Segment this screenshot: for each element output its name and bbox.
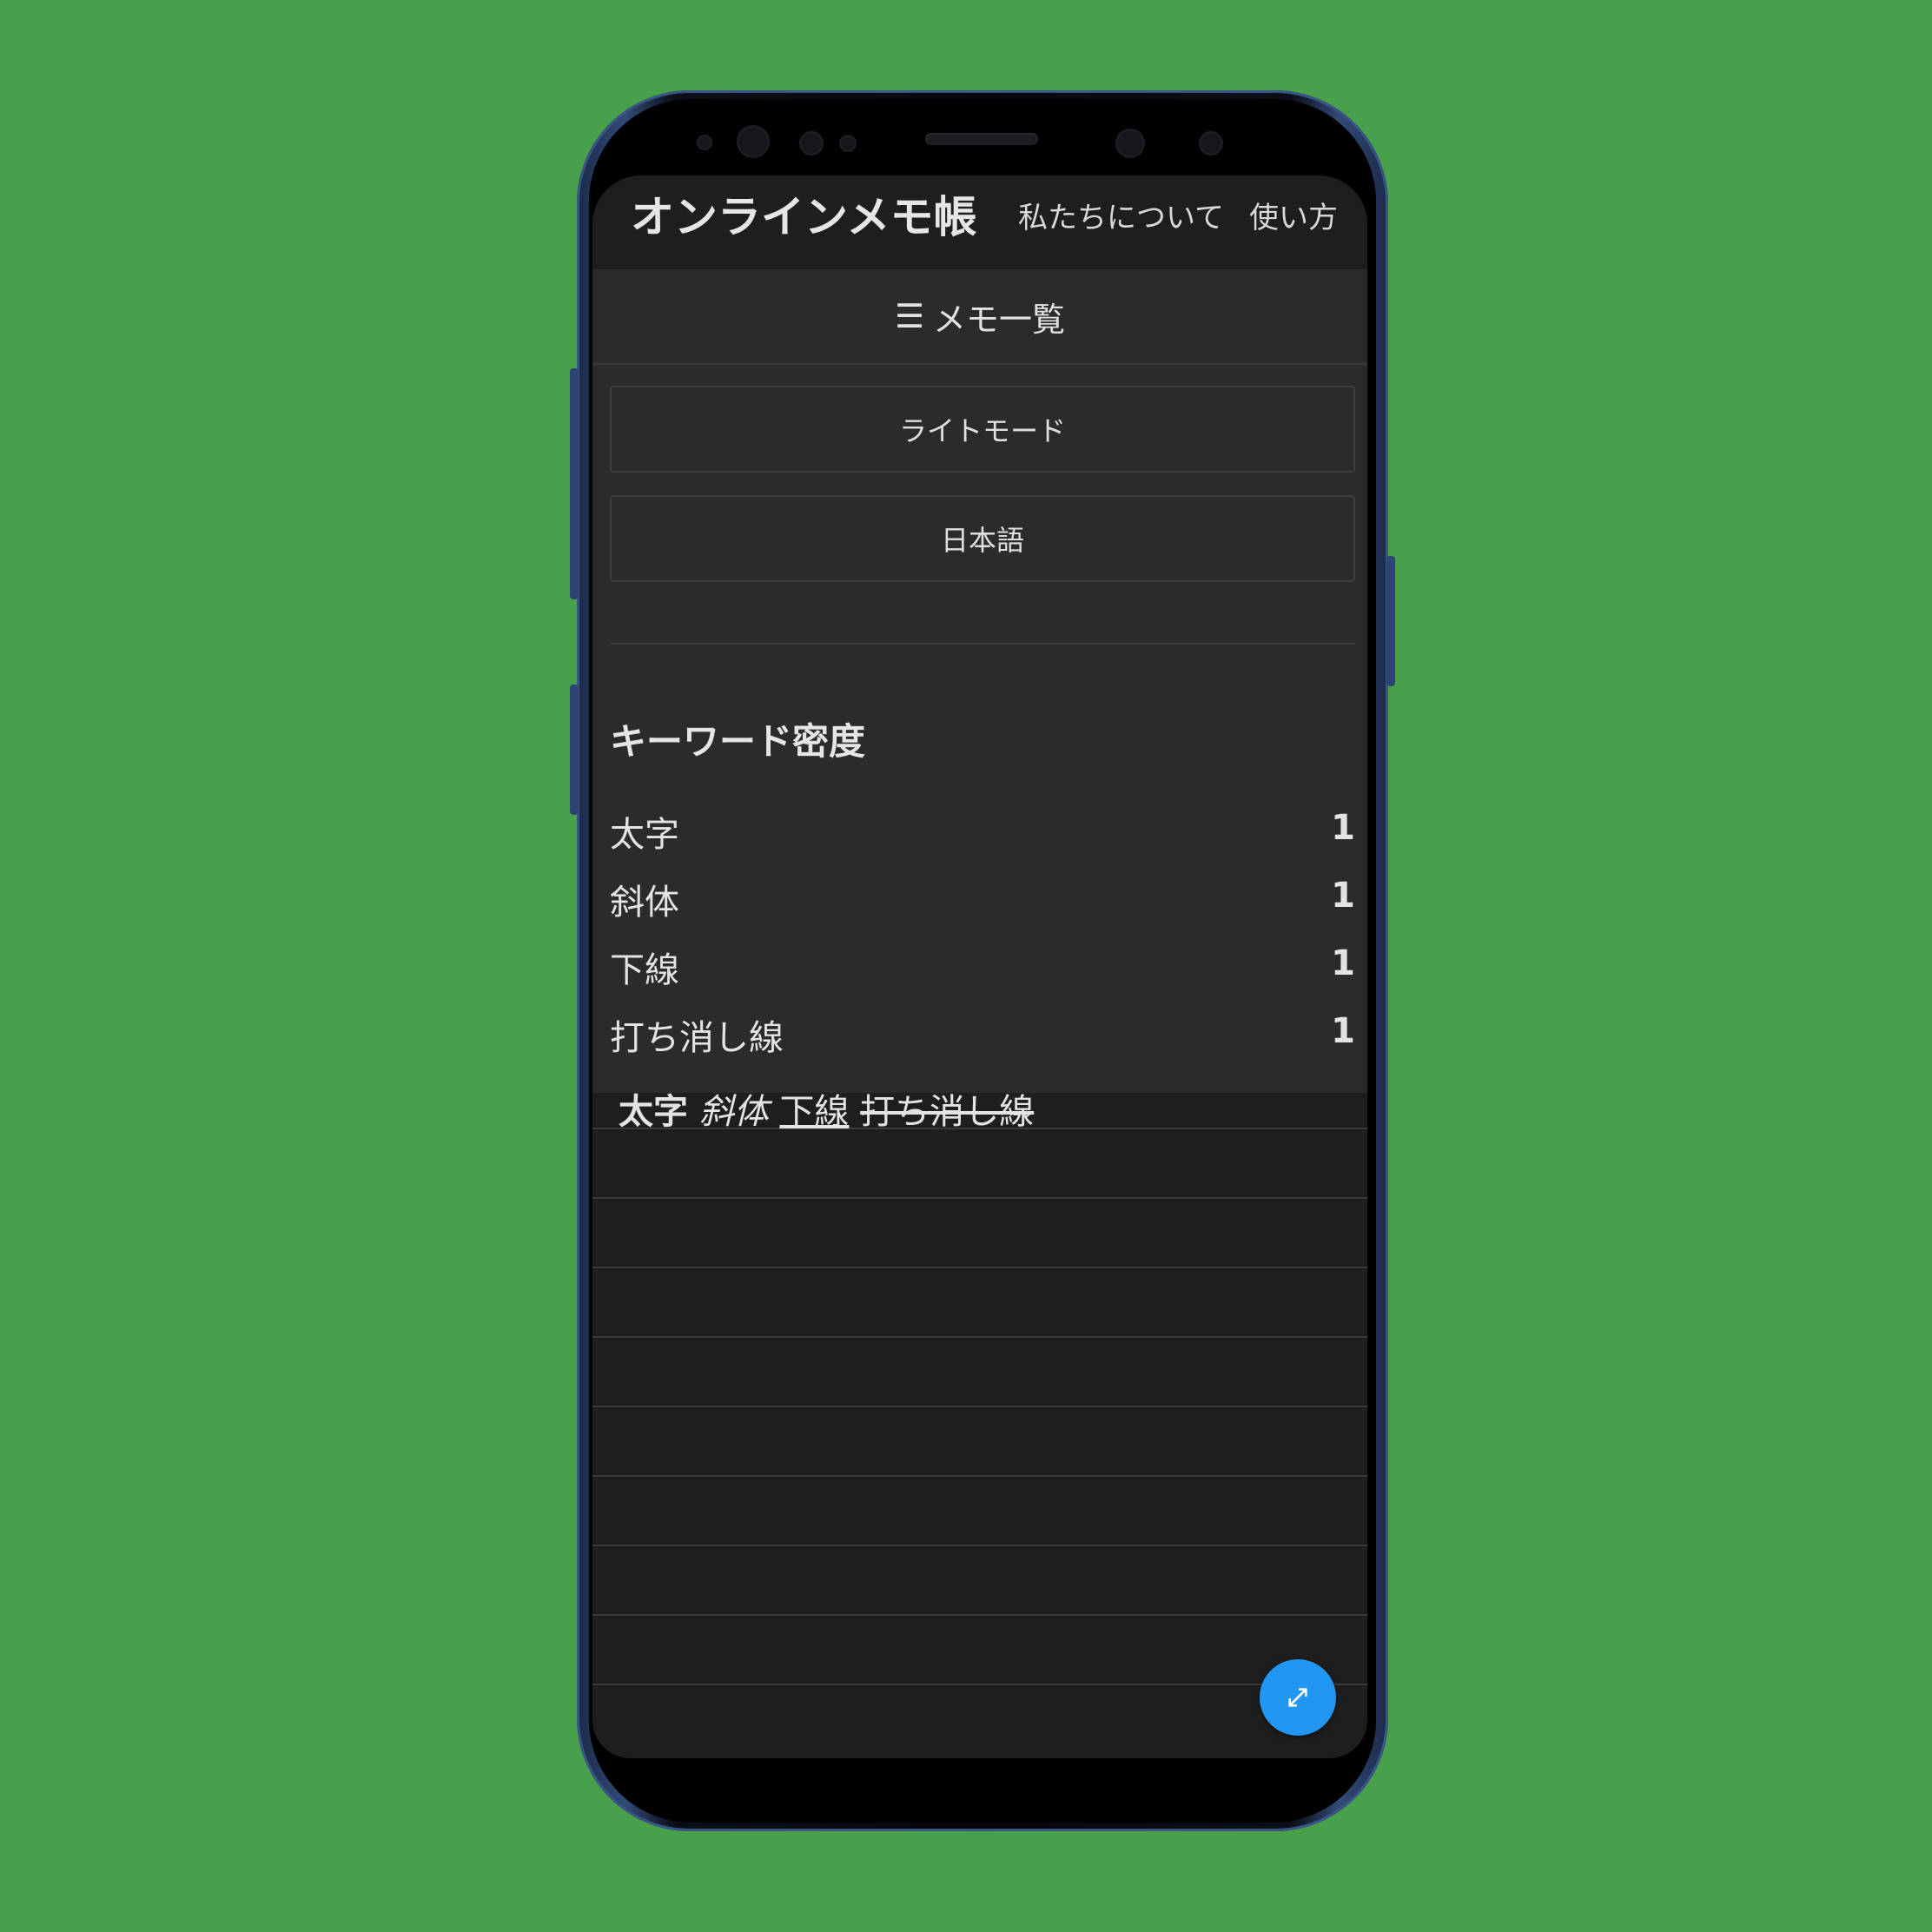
italic-text: 斜体 xyxy=(698,1092,769,1132)
memo-editor[interactable]: 太字 斜体 下線 打ち消し線 xyxy=(592,1092,1367,1758)
sensor-dot xyxy=(839,135,857,152)
memo-list-label: メモ一覧 xyxy=(933,300,1066,339)
nav-link-howto[interactable]: 使い方 xyxy=(1249,196,1338,240)
keyword-density-row: 斜体 1 xyxy=(610,872,1355,933)
keyword-word: 太字 xyxy=(610,815,679,855)
fullscreen-fab-button[interactable] xyxy=(1260,1659,1336,1736)
editor-text-line[interactable]: 太字 斜体 下線 打ち消し線 xyxy=(619,1086,1034,1138)
keyword-word: 下線 xyxy=(610,950,679,990)
iris-camera-icon xyxy=(1115,129,1145,158)
light-mode-button[interactable]: ライトモード xyxy=(610,386,1355,473)
front-camera-icon xyxy=(737,125,770,158)
keyword-count: 1 xyxy=(1331,808,1355,848)
power-button xyxy=(1386,556,1395,686)
keyword-word: 打ち消し線 xyxy=(610,1018,784,1058)
keyword-density-title: キーワード密度 xyxy=(610,720,866,763)
bixby-button xyxy=(570,685,579,815)
keyword-word: 斜体 xyxy=(610,883,679,923)
strike-text: 打ち消し線 xyxy=(860,1092,1035,1132)
panel-divider xyxy=(610,643,1355,645)
app-header: オンラインメモ帳 私たちについて 使い方 xyxy=(592,175,1367,271)
canvas: オンラインメモ帳 私たちについて 使い方 ☰ メモ一覧 ライトモード 日本語 キ… xyxy=(0,0,1932,1932)
sensor-dot xyxy=(697,135,712,150)
bold-text: 太字 xyxy=(619,1092,688,1132)
nav-link-about[interactable]: 私たちについて xyxy=(1018,196,1224,240)
memo-list-button[interactable]: ☰ メモ一覧 xyxy=(592,269,1367,365)
keyword-density-row: 下線 1 xyxy=(610,940,1355,1001)
menu-icon: ☰ xyxy=(894,297,925,335)
language-button[interactable]: 日本語 xyxy=(610,495,1355,582)
underline-text: 下線 xyxy=(779,1092,850,1132)
app-title[interactable]: オンラインメモ帳 xyxy=(631,189,977,245)
keyword-count: 1 xyxy=(1331,876,1355,916)
sensor-dot xyxy=(1199,131,1223,155)
keyword-count: 1 xyxy=(1331,1011,1355,1051)
side-panel: ☰ メモ一覧 ライトモード 日本語 キーワード密度 太字 1 斜体 1 下線 1… xyxy=(592,269,1367,1093)
volume-button xyxy=(570,368,579,599)
keyword-density-row: 太字 1 xyxy=(610,804,1355,865)
earpiece-speaker xyxy=(925,133,1038,145)
keyword-density-row: 打ち消し線 1 xyxy=(610,1008,1355,1069)
expand-arrows-icon xyxy=(1288,1688,1307,1707)
sensor-dot xyxy=(799,131,824,155)
keyword-count: 1 xyxy=(1331,943,1355,983)
phone-screen: オンラインメモ帳 私たちについて 使い方 ☰ メモ一覧 ライトモード 日本語 キ… xyxy=(592,175,1367,1758)
